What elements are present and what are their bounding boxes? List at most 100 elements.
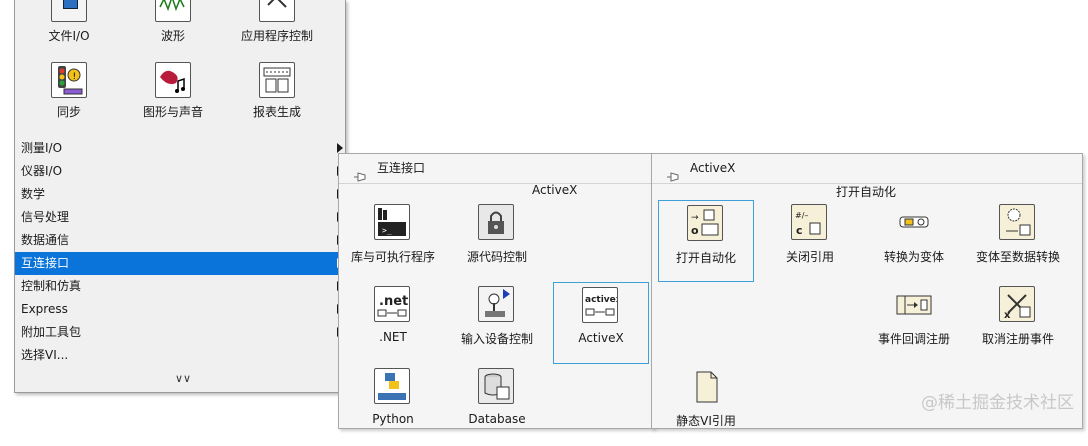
palette-tile-unregister-event[interactable]: x 取消注册事件 (970, 282, 1066, 364)
svg-text:.net: .net (379, 294, 408, 309)
svg-text:>_: >_ (382, 226, 392, 235)
palette-tile-label: 输入设备控制 (460, 332, 533, 346)
svg-text:c: c (796, 224, 803, 237)
pin-icon[interactable] (666, 164, 680, 182)
palette-tile-label: Database (468, 412, 526, 426)
palette-tile-label: 应用程序控制 (240, 29, 313, 43)
palette-tile-variant-to-data[interactable]: 变体至数据转换 (970, 200, 1066, 282)
file-io-icon (51, 0, 87, 22)
activex-icon: activex (582, 287, 620, 325)
report-icon (259, 62, 295, 98)
menu-item-label: 仪器I/O (21, 164, 63, 178)
subpalette-title-bar: 互连接口 (339, 154, 653, 184)
palette-tile-label: 关闭引用 (785, 250, 834, 264)
menu-item-select-vi[interactable]: 选择VI... (15, 344, 345, 367)
palette-tile-label: Python (372, 412, 414, 426)
palette-category-menu: 测量I/O 仪器I/O 数学 信号处理 数据通信 互连接口 控制和仿真 Expr… (15, 137, 345, 367)
palette-tile-static-vi-reference[interactable]: 静态VI引用 (658, 364, 754, 446)
close-reference-icon: #/– c (791, 204, 829, 242)
svg-text:→: → (691, 213, 699, 223)
functions-palette: 文件I/O 波形 应用程序控制 ! 同步 图形与声音 报表生成 测量I/O 仪器… (14, 0, 346, 393)
terminal-library-icon: >_ (374, 204, 412, 242)
palette-tile-graphics-sound[interactable]: 图形与声音 (125, 62, 221, 120)
menu-item-addons[interactable]: 附加工具包 (15, 321, 345, 344)
palette-tile-label: 文件I/O (48, 29, 90, 43)
expand-more-icon[interactable]: ∨∨ (175, 372, 191, 385)
to-variant-icon (895, 204, 933, 242)
palette-tile-label: 报表生成 (252, 105, 301, 119)
palette-tile-label: 变体至数据转换 (975, 250, 1060, 264)
pin-icon[interactable] (353, 164, 367, 182)
section-heading: ActiveX (532, 183, 578, 197)
menu-item-math[interactable]: 数学 (15, 183, 345, 206)
palette-tile-to-variant[interactable]: 转换为变体 (866, 200, 962, 282)
menu-item-data-communication[interactable]: 数据通信 (15, 229, 345, 252)
menu-item-label: 数学 (21, 187, 46, 201)
menu-item-label: 信号处理 (21, 210, 70, 224)
connectivity-subpalette: 互连接口 ActiveX >_ 库与可执行程序 源代码控制 .net .NET … (338, 153, 654, 429)
palette-tile-input-device[interactable]: 输入设备控制 (449, 282, 545, 364)
subpalette-title-bar: ActiveX (652, 154, 1082, 184)
palette-tile-source-control[interactable]: 源代码控制 (449, 200, 545, 282)
subpalette-title: ActiveX (690, 161, 736, 175)
submenu-arrow-icon (337, 143, 343, 153)
menu-item-connectivity[interactable]: 互连接口 (15, 252, 345, 275)
menu-item-signal-processing[interactable]: 信号处理 (15, 206, 345, 229)
sync-icon: ! (51, 62, 87, 98)
palette-tile-label: 波形 (160, 29, 185, 43)
menu-item-label: Express (21, 302, 68, 316)
menu-item-label: 测量I/O (21, 141, 63, 155)
palette-tile-label: 同步 (56, 105, 81, 119)
palette-tile-label: 库与可执行程序 (350, 250, 435, 264)
palette-tile-sync[interactable]: ! 同步 (21, 62, 117, 120)
dotnet-icon: .net (374, 286, 412, 324)
menu-item-label: 附加工具包 (21, 325, 82, 339)
python-icon (374, 368, 412, 406)
menu-item-measurement-io[interactable]: 测量I/O (15, 137, 345, 160)
palette-tile-file-io[interactable]: 文件I/O (21, 0, 117, 44)
palette-icon-grid: 文件I/O 波形 应用程序控制 ! 同步 图形与声音 报表生成 (15, 0, 345, 137)
unregister-event-icon: x (999, 286, 1037, 324)
app-control-icon (259, 0, 295, 22)
open-automation-icon: → o (687, 205, 725, 243)
database-icon (478, 368, 516, 406)
palette-tile-libraries[interactable]: >_ 库与可执行程序 (345, 200, 441, 282)
palette-tile-open-automation[interactable]: → o 打开自动化 (658, 200, 754, 282)
menu-item-control-simulation[interactable]: 控制和仿真 (15, 275, 345, 298)
section-heading: 打开自动化 (836, 185, 897, 199)
palette-tile-dotnet[interactable]: .net .NET (345, 282, 441, 364)
palette-tile-activex[interactable]: activex ActiveX (553, 282, 649, 364)
svg-text:o: o (691, 224, 699, 237)
palette-tile-label: 源代码控制 (466, 250, 527, 264)
palette-tile-event-callback[interactable]: 事件回调注册 (866, 282, 962, 364)
menu-item-label: 数据通信 (21, 233, 70, 247)
palette-tile-waveform[interactable]: 波形 (125, 0, 221, 44)
palette-tile-label: .NET (379, 330, 407, 344)
svg-text:#/–: #/– (795, 211, 808, 220)
palette-tile-database[interactable]: Database (449, 364, 545, 446)
watermark: @稀土掘金技术社区 (921, 393, 1074, 413)
palette-tile-label: ActiveX (578, 331, 624, 345)
menu-item-instrument-io[interactable]: 仪器I/O (15, 160, 345, 183)
event-callback-icon (895, 286, 933, 324)
lock-icon (478, 204, 516, 242)
static-vi-reference-icon (687, 368, 725, 406)
palette-tile-label: 取消注册事件 (981, 332, 1054, 346)
palette-tile-label: 转换为变体 (883, 250, 944, 264)
svg-text:!: ! (73, 72, 77, 82)
palette-tile-report[interactable]: 报表生成 (229, 62, 325, 120)
palette-tile-label: 打开自动化 (675, 251, 736, 265)
menu-item-express[interactable]: Express (15, 298, 345, 321)
menu-item-label: 互连接口 (21, 256, 70, 270)
graphics-sound-icon (155, 62, 191, 98)
menu-item-label: 选择VI... (21, 348, 69, 362)
palette-tile-label: 静态VI引用 (676, 414, 736, 428)
palette-tile-label: 图形与声音 (142, 105, 203, 119)
svg-text:x: x (1004, 310, 1011, 321)
waveform-icon (155, 0, 191, 22)
variant-to-data-icon (999, 204, 1037, 242)
svg-text:activex: activex (585, 295, 617, 305)
palette-tile-app-control[interactable]: 应用程序控制 (229, 0, 325, 44)
palette-tile-python[interactable]: Python (345, 364, 441, 446)
palette-tile-close-reference[interactable]: #/– c 关闭引用 (762, 200, 858, 282)
